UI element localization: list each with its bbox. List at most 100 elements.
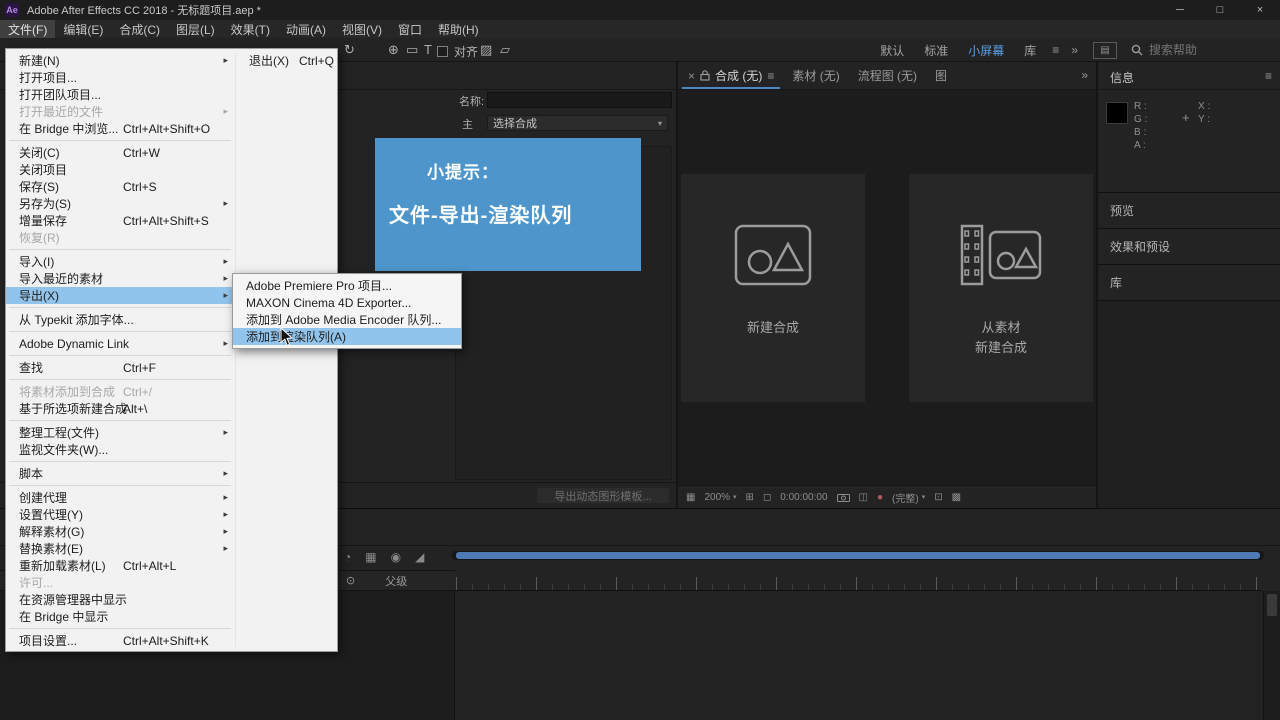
menu-item[interactable]: 在 Bridge 中浏览... Ctrl+Alt+Shift+O ▸ [6, 120, 234, 137]
help-search-input[interactable] [1149, 43, 1249, 57]
type-tool-icon[interactable]: T [424, 42, 432, 58]
menu-item[interactable]: 保存(S) Ctrl+S ▸ [6, 178, 234, 195]
workspace-tab[interactable]: 库 [1024, 42, 1036, 59]
panel-tab[interactable]: × 图 ≡ [935, 62, 947, 89]
new-composition-from-footage-button[interactable]: 从素材 新建合成 [909, 174, 1093, 402]
workspace-menu-icon[interactable]: ≡ [1052, 43, 1059, 57]
workspace-tab[interactable]: 小屏幕 [968, 42, 1004, 59]
workspace-overflow-icon[interactable]: » [1071, 43, 1078, 57]
graph-editor-icon[interactable]: ◢ [415, 550, 424, 564]
panel-menu-icon[interactable]: ≡ [767, 69, 774, 83]
timeline-scrollbar[interactable] [1263, 591, 1280, 720]
show-snapshot-icon[interactable]: ◫ [859, 492, 868, 503]
snapping-checkbox[interactable] [437, 46, 448, 57]
parent-column-label[interactable]: 父级 [385, 573, 407, 589]
tab-close-icon[interactable]: × [688, 69, 695, 83]
panel-tab[interactable]: × 合成 (无) ≡ [688, 62, 774, 89]
menubar-item[interactable]: 视图(V) [334, 20, 390, 38]
frame-blending-icon[interactable]: ▦ [365, 550, 376, 564]
menu-item[interactable]: 导入(I) ▸ [6, 253, 234, 270]
menu-item[interactable]: 打开项目... ▸ [6, 69, 234, 86]
magnification-dropdown[interactable]: 200% ▾ [704, 492, 736, 503]
menu-item[interactable]: 解释素材(G) ▸ [6, 523, 234, 540]
scrollbar-thumb[interactable] [1267, 594, 1277, 616]
maximize-button[interactable]: □ [1200, 0, 1240, 20]
menubar-item[interactable]: 文件(F) [0, 20, 55, 38]
grid-guides-icon[interactable]: ⊞ [746, 492, 754, 503]
menu-item[interactable]: 打开最近的文件 ▸ [6, 103, 234, 120]
menu-item[interactable]: 恢复(R) ▸ [6, 229, 234, 246]
info-panel-header[interactable]: 信息 ≡ [1098, 62, 1280, 90]
menubar-item[interactable]: 图层(L) [168, 20, 223, 38]
menu-item[interactable]: 在资源管理器中显示 ▸ [6, 591, 234, 608]
menubar-item[interactable]: 窗口 [390, 20, 430, 38]
menu-item[interactable]: 新建(N) ▸ [6, 52, 234, 69]
menu-item[interactable]: 许可... ▸ [6, 574, 234, 591]
clone-stamp-tool-icon[interactable]: ▱ [500, 42, 510, 58]
panel-tab[interactable]: × 素材 (无) ≡ [792, 62, 839, 89]
menubar-item[interactable]: 动画(A) [278, 20, 334, 38]
resolution-dropdown[interactable]: (完整) ▾ [892, 490, 925, 505]
menubar-item[interactable]: 编辑(E) [55, 20, 111, 38]
panel-menu-icon[interactable]: ≡ [1265, 69, 1272, 83]
close-button[interactable]: × [1240, 0, 1280, 20]
mask-visibility-icon[interactable]: ◻ [763, 492, 771, 503]
menu-item[interactable]: 基于所选项新建合成 Alt+\ ▸ [6, 400, 234, 417]
menu-item[interactable]: 将素材添加到合成 Ctrl+/ ▸ [6, 383, 234, 400]
menu-item-quit[interactable]: 退出(X) Ctrl+Q [236, 52, 337, 69]
pan-behind-tool-icon[interactable]: ⊕ [388, 42, 399, 58]
menu-item[interactable]: 导入最近的素材 ▸ [6, 270, 234, 287]
composition-name-input[interactable] [487, 92, 672, 108]
submenu-item[interactable]: Adobe Premiere Pro 项目... [233, 277, 461, 294]
menu-item[interactable]: 监视文件夹(W)... ▸ [6, 441, 234, 458]
menu-item[interactable]: 设置代理(Y) ▸ [6, 506, 234, 523]
menu-item[interactable]: 关闭项目 ▸ [6, 161, 234, 178]
minimize-button[interactable]: ─ [1160, 0, 1200, 20]
menu-item[interactable]: 打开团队项目... ▸ [6, 86, 234, 103]
menu-item[interactable]: 查找 Ctrl+F ▸ [6, 359, 234, 376]
hide-shy-layers-icon[interactable]: ◔ [344, 550, 351, 564]
rotate-tool-icon[interactable]: ↻ [344, 42, 355, 58]
show-channel-icon[interactable]: ● [877, 492, 883, 503]
snapshot-camera-icon[interactable] [837, 493, 850, 502]
preview-timecode[interactable]: 0:00:00:00 [780, 492, 827, 503]
menu-item[interactable]: 项目设置... Ctrl+Alt+Shift+K ▸ [6, 632, 234, 649]
panel-tab[interactable]: × 流程图 (无) ≡ [858, 62, 917, 89]
menubar-item[interactable]: 效果(T) [223, 20, 278, 38]
menu-item[interactable]: 增量保存 Ctrl+Alt+Shift+S ▸ [6, 212, 234, 229]
workspace-tab[interactable]: 默认 [880, 42, 904, 59]
menu-item[interactable]: 创建代理 ▸ [6, 489, 234, 506]
tab-overflow-icon[interactable]: » [1081, 68, 1088, 82]
transparency-grid-icon[interactable]: ▩ [952, 492, 961, 503]
export-motion-graphics-template-button[interactable]: 导出动态图形模板... [536, 487, 670, 504]
submenu-item[interactable]: 添加到渲染队列(A) [233, 328, 461, 345]
menu-item[interactable]: 替换素材(E) ▸ [6, 540, 234, 557]
menu-item[interactable]: 关闭(C) Ctrl+W ▸ [6, 144, 234, 161]
menu-item[interactable]: 在 Bridge 中显示 ▸ [6, 608, 234, 625]
lock-icon[interactable] [700, 70, 710, 81]
menu-item[interactable]: 导出(X) ▸ [6, 287, 234, 304]
motion-blur-icon[interactable]: ◉ [391, 550, 401, 564]
menubar-item[interactable]: 帮助(H) [430, 20, 487, 38]
column-options-icon[interactable]: ⊙ [346, 574, 355, 587]
layer-lanes-area[interactable] [456, 591, 1263, 720]
submenu-item[interactable]: 添加到 Adobe Media Encoder 队列... [233, 311, 461, 328]
menu-item[interactable]: 整理工程(文件) ▸ [6, 424, 234, 441]
menu-item[interactable]: 脚本 ▸ [6, 465, 234, 482]
region-of-interest-icon[interactable]: ⊡ [934, 492, 942, 503]
brush-tool-icon[interactable]: ▨ [480, 42, 492, 58]
panel-header-tab[interactable]: 库 [1098, 264, 1280, 300]
menu-item[interactable]: 另存为(S) ▸ [6, 195, 234, 212]
menu-item[interactable]: Adobe Dynamic Link ▸ [6, 335, 234, 352]
submenu-item[interactable]: MAXON Cinema 4D Exporter... [233, 294, 461, 311]
panel-grid-icon[interactable]: ▤ [1093, 42, 1117, 59]
new-composition-button[interactable]: 新建合成 [681, 174, 865, 402]
workspace-tab[interactable]: 标准 [924, 42, 948, 59]
always-preview-icon[interactable]: ▦ [686, 492, 695, 503]
time-navigator-bar[interactable] [456, 552, 1260, 559]
panel-header-tab[interactable]: 效果和预设 [1098, 228, 1280, 264]
rectangle-tool-icon[interactable]: ▭ [406, 42, 418, 58]
menu-item[interactable]: 从 Typekit 添加字体... ▸ [6, 311, 234, 328]
time-ruler[interactable] [456, 570, 1262, 591]
panel-header-tab[interactable]: 预览 [1098, 192, 1280, 228]
